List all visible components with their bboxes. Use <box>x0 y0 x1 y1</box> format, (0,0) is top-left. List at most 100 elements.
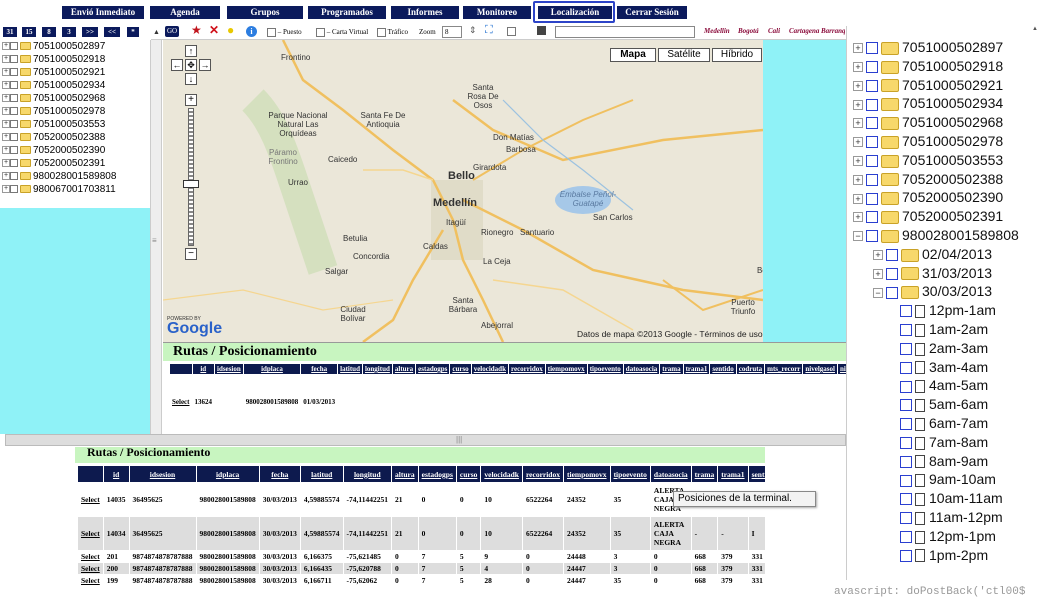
tree-item[interactable]: 2am-3am <box>897 339 988 357</box>
tree-checkbox[interactable] <box>866 79 878 92</box>
tree-checkbox[interactable] <box>866 136 878 149</box>
column-header[interactable]: longitud <box>342 465 393 483</box>
expand-icon[interactable]: + <box>853 193 863 204</box>
prev-button[interactable]: << <box>104 27 120 37</box>
tree-item[interactable]: +7052000502391 <box>2 158 105 169</box>
tree-checkbox[interactable] <box>10 94 18 103</box>
tree-checkbox[interactable] <box>886 286 898 299</box>
column-header[interactable]: trama <box>659 363 684 375</box>
column-header[interactable]: fecha <box>300 363 339 375</box>
map-type-mapa[interactable]: Mapa <box>610 48 656 62</box>
expand-icon[interactable]: + <box>2 133 10 142</box>
tree-checkbox[interactable] <box>900 399 912 412</box>
tree-item[interactable]: 7am-8am <box>897 433 988 451</box>
tree-item[interactable]: +7051000503553 <box>2 119 105 130</box>
column-header[interactable]: tipoevento <box>586 363 624 375</box>
tree-item[interactable]: +7052000502390 <box>853 188 1003 206</box>
zoom-slider-handle[interactable] <box>183 180 199 188</box>
tree-checkbox[interactable] <box>10 133 18 142</box>
column-header[interactable]: estadogps <box>415 363 451 375</box>
column-header[interactable]: curso <box>449 363 472 375</box>
tree-checkbox[interactable] <box>866 42 878 55</box>
zoom-select[interactable]: 8 <box>442 26 462 38</box>
tree-item[interactable]: +02/04/2013 <box>873 245 992 263</box>
expand-icon[interactable]: + <box>2 120 10 129</box>
nav-envio-inmediato[interactable]: Envió Inmediato <box>62 6 144 19</box>
tree-item[interactable]: +7051000503553 <box>853 151 1003 169</box>
pan-right-icon[interactable]: → <box>199 59 211 71</box>
tree-checkbox[interactable] <box>900 380 912 393</box>
column-header[interactable]: tipoevento <box>609 465 651 483</box>
tree-checkbox[interactable] <box>10 185 18 194</box>
tree-checkbox[interactable] <box>866 61 878 74</box>
extra-checkbox[interactable] <box>507 26 516 36</box>
tree-item[interactable]: +7052000502388 <box>853 170 1003 188</box>
column-header[interactable]: longitud <box>361 363 393 375</box>
tree-item[interactable]: +7051000502918 <box>853 57 1003 75</box>
tree-checkbox[interactable] <box>900 418 912 431</box>
column-header[interactable]: trama1 <box>717 465 749 483</box>
tree-item[interactable]: +980067001703811 <box>2 184 116 195</box>
save-icon[interactable] <box>537 26 546 35</box>
column-header[interactable]: fecha <box>258 465 301 483</box>
puesto-checkbox[interactable] <box>267 27 276 37</box>
collapse-icon[interactable]: − <box>873 287 883 298</box>
address-input[interactable] <box>555 26 695 38</box>
select-link[interactable]: Select <box>169 374 193 429</box>
column-header[interactable]: nivelacei <box>836 363 846 375</box>
expand-icon[interactable]: + <box>853 62 863 73</box>
tree-item[interactable]: 4am-5am <box>897 376 988 394</box>
tree-item[interactable]: +7051000502934 <box>2 80 105 91</box>
collapse-icon[interactable]: − <box>853 231 863 242</box>
column-header[interactable]: estadogps <box>417 465 457 483</box>
city-barranquilla[interactable]: Barranquilla <box>821 27 845 35</box>
horizontal-scrollbar[interactable]: ||| <box>5 434 846 446</box>
tree-item[interactable]: − 980028001589808 <box>853 226 1019 244</box>
zoom-out-icon[interactable]: − <box>185 248 197 260</box>
expand-icon[interactable]: + <box>2 81 10 90</box>
tree-checkbox[interactable] <box>900 361 912 374</box>
nav-informes[interactable]: Informes <box>391 6 459 19</box>
tree-item[interactable]: 9am-10am <box>897 470 996 488</box>
column-header[interactable]: latitud <box>337 363 363 375</box>
tree-checkbox[interactable] <box>10 42 18 51</box>
tree-item[interactable]: +7051000502978 <box>853 132 1003 150</box>
close-icon[interactable]: ✕ <box>209 24 219 36</box>
go-button[interactable]: GO <box>165 26 180 37</box>
city-medellin[interactable]: Medellin <box>704 27 730 35</box>
tree-checkbox[interactable] <box>900 493 912 506</box>
column-header[interactable]: velocidadk <box>470 363 509 375</box>
pan-down-icon[interactable]: ↓ <box>185 73 197 85</box>
tree-checkbox[interactable] <box>900 343 912 356</box>
select-link[interactable]: Select <box>77 516 104 551</box>
select-link[interactable]: Select <box>77 574 104 587</box>
expand-icon[interactable]: + <box>853 174 863 185</box>
column-header[interactable]: nivelgasol <box>802 363 838 375</box>
tree-checkbox[interactable] <box>886 249 898 262</box>
select-link[interactable]: Select <box>77 550 104 563</box>
nav-grupos[interactable]: Grupos <box>227 6 303 19</box>
tree-item[interactable]: 5am-6am <box>897 395 988 413</box>
expand-icon[interactable]: + <box>2 94 10 103</box>
period-3-button[interactable]: 3 <box>62 27 76 37</box>
expand-icon[interactable]: + <box>853 212 863 223</box>
tree-checkbox[interactable] <box>866 211 878 224</box>
carta-virtual-checkbox[interactable] <box>316 27 325 37</box>
tree-item[interactable]: 3am-4am <box>897 358 988 376</box>
tree-checkbox[interactable] <box>10 68 18 77</box>
scrollbar-grip-icon[interactable]: ||| <box>456 435 462 444</box>
tree-item[interactable]: 1am-2am <box>897 320 988 338</box>
column-header[interactable]: senti <box>747 465 765 483</box>
tree-item[interactable]: +980028001589808 <box>2 171 116 182</box>
tree-item[interactable]: +7051000502897 <box>2 41 105 52</box>
select-link[interactable]: Select <box>77 562 104 575</box>
column-header[interactable]: id <box>102 465 130 483</box>
tree-item[interactable]: 12pm-1pm <box>897 527 996 545</box>
zoom-slider[interactable] <box>188 108 194 246</box>
city-cartagena[interactable]: Cartagena <box>789 27 819 35</box>
tree-checkbox[interactable] <box>866 173 878 186</box>
expand-icon[interactable]: + <box>2 146 10 155</box>
tree-checkbox[interactable] <box>900 324 912 337</box>
expand-icon[interactable]: + <box>2 159 10 168</box>
expand-icon[interactable]: + <box>2 107 10 116</box>
